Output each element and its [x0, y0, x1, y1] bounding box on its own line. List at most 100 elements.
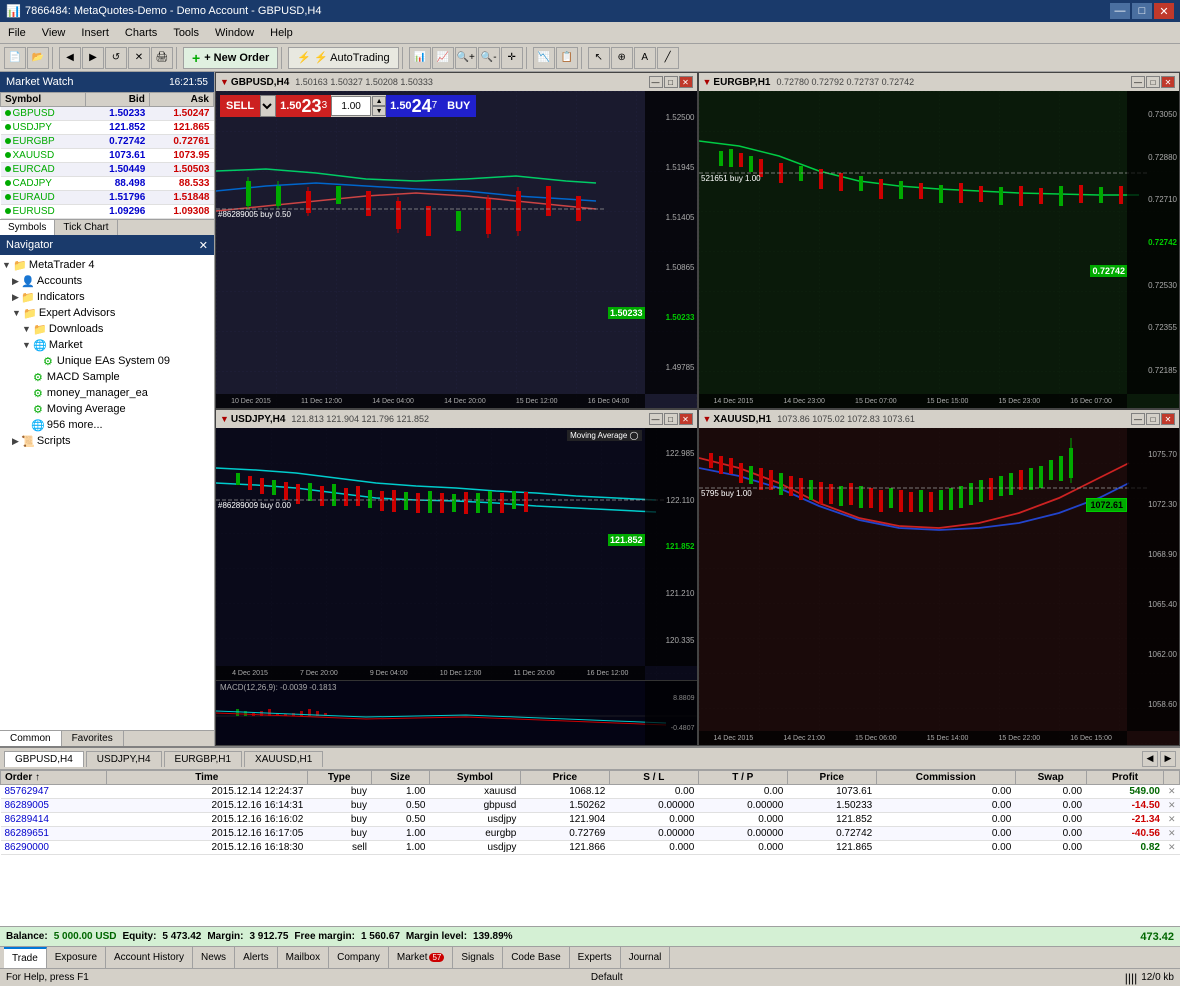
chart-gbpusd-max[interactable]: □ [664, 76, 678, 88]
new-order-button[interactable]: + + New Order [183, 47, 278, 69]
chart-gbpusd-close[interactable]: ✕ [679, 76, 693, 88]
chart-tab-usdjpy[interactable]: USDJPY,H4 [86, 751, 162, 767]
menu-file[interactable]: File [0, 25, 34, 41]
nav-moving-average[interactable]: ▶ ⚙ Moving Average [2, 401, 212, 417]
td-close[interactable]: ✕ [1164, 841, 1180, 855]
th-sl[interactable]: S / L [609, 771, 698, 785]
bottom-tab-experts[interactable]: Experts [570, 947, 621, 968]
bottom-tab-journal[interactable]: Journal [621, 947, 671, 968]
menu-tools[interactable]: Tools [165, 25, 207, 41]
bottom-tab-mailbox[interactable]: Mailbox [278, 947, 329, 968]
lot-down[interactable]: ▼ [372, 106, 386, 116]
gbpusd-lot-input[interactable] [331, 96, 371, 116]
menu-window[interactable]: Window [207, 25, 262, 41]
tb-text[interactable]: A [634, 47, 656, 69]
th-tp[interactable]: T / P [698, 771, 787, 785]
chart-xauusd-max[interactable]: □ [1146, 413, 1160, 425]
market-watch-row[interactable]: CADJPY 88.498 88.533 [1, 177, 214, 191]
tb-chart-line[interactable]: 📈 [432, 47, 454, 69]
th-size[interactable]: Size [371, 771, 429, 785]
tb-open[interactable]: 📂 [27, 47, 49, 69]
th-swap[interactable]: Swap [1015, 771, 1086, 785]
bottom-tab-alerts[interactable]: Alerts [235, 947, 278, 968]
td-close[interactable]: ✕ [1164, 785, 1180, 799]
bottom-tab-account-history[interactable]: Account History [106, 947, 193, 968]
tb-back[interactable]: ◀ [59, 47, 81, 69]
minimize-button[interactable]: — [1110, 3, 1130, 19]
tab-symbols[interactable]: Symbols [0, 220, 55, 235]
menu-help[interactable]: Help [262, 25, 301, 41]
th-order[interactable]: Order ↑ [1, 771, 107, 785]
bottom-tab-signals[interactable]: Signals [453, 947, 503, 968]
tb-chart-bar[interactable]: 📊 [409, 47, 431, 69]
bottom-tab-exposure[interactable]: Exposure [47, 947, 106, 968]
market-watch-row[interactable]: EURGBP 0.72742 0.72761 [1, 135, 214, 149]
th-price[interactable]: Price [520, 771, 609, 785]
td-close[interactable]: ✕ [1164, 813, 1180, 827]
nav-market[interactable]: ▼ 🌐 Market [2, 337, 212, 353]
chart-usdjpy-max[interactable]: □ [664, 413, 678, 425]
bottom-tab-trade[interactable]: Trade [4, 947, 47, 968]
trade-row[interactable]: 86290000 2015.12.16 16:18:30 sell 1.00 u… [1, 841, 1180, 855]
nav-more[interactable]: ▶ 🌐 956 more... [2, 417, 212, 433]
menu-insert[interactable]: Insert [73, 25, 117, 41]
chart-xauusd-min[interactable]: — [1131, 413, 1145, 425]
td-close[interactable]: ✕ [1164, 799, 1180, 813]
tb-template[interactable]: 📋 [556, 47, 578, 69]
chart-eurgbp-max[interactable]: □ [1146, 76, 1160, 88]
tab-tick-chart[interactable]: Tick Chart [55, 220, 117, 235]
nav-tab-common[interactable]: Common [0, 731, 62, 746]
th-profit[interactable]: Profit [1086, 771, 1164, 785]
td-close[interactable]: ✕ [1164, 827, 1180, 841]
market-watch-row[interactable]: GBPUSD 1.50233 1.50247 [1, 107, 214, 121]
bottom-tab-company[interactable]: Company [329, 947, 389, 968]
chart-gbpusd-min[interactable]: — [649, 76, 663, 88]
trade-row[interactable]: 86289005 2015.12.16 16:14:31 buy 0.50 gb… [1, 799, 1180, 813]
th-commission[interactable]: Commission [876, 771, 1015, 785]
close-button[interactable]: ✕ [1154, 3, 1174, 19]
tb-crosshair2[interactable]: ⊕ [611, 47, 633, 69]
tb-forward[interactable]: ▶ [82, 47, 104, 69]
chart-tab-xauusd[interactable]: XAUUSD,H1 [244, 751, 323, 767]
nav-tab-favorites[interactable]: Favorites [62, 731, 124, 746]
chart-eurgbp-close[interactable]: ✕ [1161, 76, 1175, 88]
chart-usdjpy-min[interactable]: — [649, 413, 663, 425]
th-time[interactable]: Time [106, 771, 307, 785]
menu-view[interactable]: View [34, 25, 74, 41]
trade-row[interactable]: 86289414 2015.12.16 16:16:02 buy 0.50 us… [1, 813, 1180, 827]
market-watch-row[interactable]: XAUUSD 1073.61 1073.95 [1, 149, 214, 163]
navigator-close[interactable]: ✕ [199, 239, 208, 252]
tb-line[interactable]: ╱ [657, 47, 679, 69]
tb-new-chart[interactable]: 📄 [4, 47, 26, 69]
trade-row[interactable]: 86289651 2015.12.16 16:17:05 buy 1.00 eu… [1, 827, 1180, 841]
nav-scripts[interactable]: ▶ 📜 Scripts [2, 433, 212, 449]
tb-stop[interactable]: ✕ [128, 47, 150, 69]
lot-up[interactable]: ▲ [372, 96, 386, 106]
nav-expert-advisors[interactable]: ▼ 📁 Expert Advisors [2, 305, 212, 321]
gbpusd-buy-button[interactable]: BUY [441, 95, 476, 117]
gbpusd-sell-button[interactable]: SELL [220, 95, 260, 117]
th-price2[interactable]: Price [787, 771, 876, 785]
chart-tab-eurgbp[interactable]: EURGBP,H1 [164, 751, 243, 767]
bottom-tab-market[interactable]: Market57 [389, 947, 453, 968]
nav-metatrader4[interactable]: ▼ 📁 MetaTrader 4 [2, 257, 212, 273]
market-watch-row[interactable]: EURCAD 1.50449 1.50503 [1, 163, 214, 177]
tb-cursor[interactable]: ↖ [588, 47, 610, 69]
maximize-button[interactable]: □ [1132, 3, 1152, 19]
tb-indicator[interactable]: 📉 [533, 47, 555, 69]
market-watch-row[interactable]: EURAUD 1.51796 1.51848 [1, 191, 214, 205]
trade-row[interactable]: 85762947 2015.12.14 12:24:37 buy 1.00 xa… [1, 785, 1180, 799]
chart-tab-gbpusd[interactable]: GBPUSD,H4 [4, 751, 84, 767]
th-type[interactable]: Type [307, 771, 371, 785]
market-watch-row[interactable]: USDJPY 121.852 121.865 [1, 121, 214, 135]
nav-downloads[interactable]: ▼ 📁 Downloads [2, 321, 212, 337]
tb-zoom-out[interactable]: 🔍- [478, 47, 500, 69]
menu-charts[interactable]: Charts [117, 25, 165, 41]
chart-eurgbp-min[interactable]: — [1131, 76, 1145, 88]
gbpusd-order-type[interactable] [260, 95, 276, 117]
nav-macd-sample[interactable]: ▶ ⚙ MACD Sample [2, 369, 212, 385]
autotrading-button[interactable]: ⚡ ⚡ AutoTrading [288, 47, 398, 69]
chart-tab-next[interactable]: ▶ [1160, 751, 1176, 767]
nav-money-manager[interactable]: ▶ ⚙ money_manager_ea [2, 385, 212, 401]
bottom-tab-news[interactable]: News [193, 947, 235, 968]
